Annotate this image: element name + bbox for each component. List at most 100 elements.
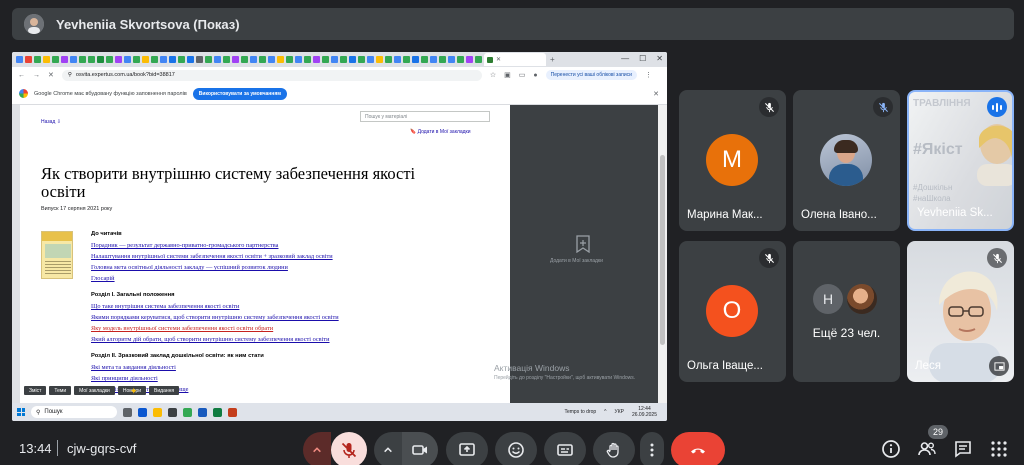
task-view-icon[interactable] — [123, 407, 132, 417]
tab-favicon[interactable] — [349, 56, 356, 63]
profile-chip[interactable]: Перенести усі ваші облікові записи — [545, 70, 637, 80]
tab-favicon[interactable] — [358, 56, 365, 63]
participant-tile[interactable]: М Марина Мак... — [679, 90, 786, 231]
tab-favicon[interactable] — [25, 56, 32, 63]
tab-favicon[interactable] — [286, 56, 293, 63]
tab-favicon[interactable] — [178, 56, 185, 63]
tab-favicon[interactable] — [421, 56, 428, 63]
reader-toolbar-button[interactable]: Зміст — [24, 386, 47, 395]
tab-favicon[interactable] — [304, 56, 311, 63]
tray-text[interactable]: Temps to drop — [564, 409, 596, 415]
menu-icon[interactable]: ⋮ — [645, 71, 652, 79]
more-options-button[interactable] — [640, 432, 664, 465]
file-explorer-icon[interactable] — [153, 407, 162, 417]
close-icon[interactable]: ✕ — [653, 90, 659, 98]
toc-link[interactable]: Які принципи діяльності — [91, 373, 491, 384]
sidebar-icon[interactable]: ▭ — [519, 71, 526, 79]
tab-favicon[interactable] — [52, 56, 59, 63]
participant-tile[interactable]: Леся — [907, 241, 1014, 382]
tab-favicon[interactable] — [250, 56, 257, 63]
reader-toolbar-button[interactable]: Теми — [49, 386, 72, 395]
reader-toolbar-button[interactable]: Мої закладки — [74, 386, 115, 395]
minimize-icon[interactable]: — — [621, 54, 629, 63]
tab-favicon[interactable] — [412, 56, 419, 63]
tab-favicon[interactable] — [61, 56, 68, 63]
participant-tile[interactable]: Олена Івано... — [793, 90, 900, 231]
tab-favicon[interactable] — [457, 56, 464, 63]
close-window-icon[interactable]: ✕ — [656, 54, 663, 63]
toc-link[interactable]: Що таке внутрішня система забезпечення я… — [91, 301, 491, 312]
tab-favicon[interactable] — [160, 56, 167, 63]
tab-favicon[interactable] — [223, 56, 230, 63]
add-bookmark-link[interactable]: 🔖 Додати в Мої закладки — [410, 129, 471, 135]
tab-favicon[interactable] — [106, 56, 113, 63]
active-tab[interactable]: ✕ — [484, 53, 546, 66]
toc-link[interactable]: Яку модель внутрішньої системи забезпече… — [91, 323, 491, 334]
tab-favicon[interactable] — [151, 56, 158, 63]
forward-icon[interactable]: → — [33, 72, 40, 79]
edge-icon[interactable] — [138, 407, 147, 417]
meeting-code[interactable]: cjw-gqrs-cvf — [67, 441, 136, 456]
activities-button[interactable] — [988, 438, 1010, 460]
infobar-button[interactable]: Використовувати за умовчанням — [192, 87, 287, 100]
profile-icon[interactable]: ● — [533, 72, 537, 79]
tab-favicon[interactable] — [340, 56, 347, 63]
chrome-taskbar-icon[interactable] — [183, 407, 192, 417]
excel-icon[interactable] — [213, 407, 222, 417]
tab-favicon[interactable] — [205, 56, 212, 63]
meeting-info-button[interactable] — [880, 438, 902, 460]
sparkle-icon[interactable]: ✦ — [130, 386, 138, 397]
tab-favicon[interactable] — [214, 56, 221, 63]
leave-call-button[interactable] — [671, 432, 725, 465]
tab-favicon[interactable] — [331, 56, 338, 63]
close-tab-icon[interactable]: ✕ — [496, 56, 501, 63]
taskbar-search[interactable]: ⚲ Пошук — [31, 406, 117, 418]
participant-tile[interactable]: О Ольга Іваще... — [679, 241, 786, 382]
chat-button[interactable] — [952, 438, 974, 460]
tab-favicon[interactable] — [88, 56, 95, 63]
toc-link[interactable]: Порадник — результат державно-приватно-г… — [91, 240, 491, 251]
scroll-thumb[interactable] — [660, 155, 665, 345]
tab-favicon[interactable] — [70, 56, 77, 63]
maximize-icon[interactable]: ☐ — [639, 54, 646, 63]
tab-favicon[interactable] — [241, 56, 248, 63]
tab-favicon[interactable] — [385, 56, 392, 63]
language-indicator[interactable]: УКР — [615, 409, 624, 415]
tab-favicon[interactable] — [466, 56, 473, 63]
word-icon[interactable] — [198, 407, 207, 417]
reactions-button[interactable] — [495, 432, 537, 465]
tab-favicon[interactable] — [448, 56, 455, 63]
participant-tile-speaking[interactable]: ТРАВЛІННЯ #Якіст #Дошкільн #наШкола Yevh… — [907, 90, 1014, 231]
extensions-icon[interactable]: ▣ — [504, 71, 511, 79]
star-icon[interactable]: ☆ — [490, 71, 496, 79]
reader-toolbar-button[interactable]: Видання — [149, 386, 180, 395]
tab-favicon[interactable] — [142, 56, 149, 63]
tab-favicon[interactable] — [169, 56, 176, 63]
book-cover[interactable] — [41, 231, 73, 279]
tab-favicon[interactable] — [133, 56, 140, 63]
store-icon[interactable] — [168, 407, 177, 417]
tab-favicon[interactable] — [43, 56, 50, 63]
tab-favicon[interactable] — [97, 56, 104, 63]
tab-favicon[interactable] — [16, 56, 23, 63]
toc-link[interactable]: Глосарій — [91, 273, 491, 284]
tab-favicon[interactable] — [79, 56, 86, 63]
tray-chevron-icon[interactable]: ^ — [604, 409, 606, 415]
more-participants-tile[interactable]: Н Ещё 23 чел. — [793, 241, 900, 382]
tab-favicon[interactable] — [295, 56, 302, 63]
video-options-chevron[interactable] — [374, 432, 402, 465]
new-tab-icon[interactable]: + — [550, 55, 555, 64]
tab-favicon[interactable] — [475, 56, 482, 63]
doc-search-input[interactable]: Пошук у матеріалі — [360, 111, 490, 122]
site-info-icon[interactable]: ⚲ — [68, 72, 72, 78]
back-link[interactable]: Назад ⇩ — [41, 119, 61, 125]
audio-options-chevron[interactable] — [303, 432, 331, 465]
mic-toggle-button[interactable] — [331, 432, 367, 465]
present-screen-button[interactable] — [446, 432, 488, 465]
tab-favicon[interactable] — [439, 56, 446, 63]
tray-clock[interactable]: 12:44 26.09.2025 — [632, 406, 657, 418]
tab-favicon[interactable] — [322, 56, 329, 63]
toc-link[interactable]: Які мета та завдання діяльності — [91, 362, 491, 373]
tab-favicon[interactable] — [394, 56, 401, 63]
tab-favicon[interactable] — [187, 56, 194, 63]
